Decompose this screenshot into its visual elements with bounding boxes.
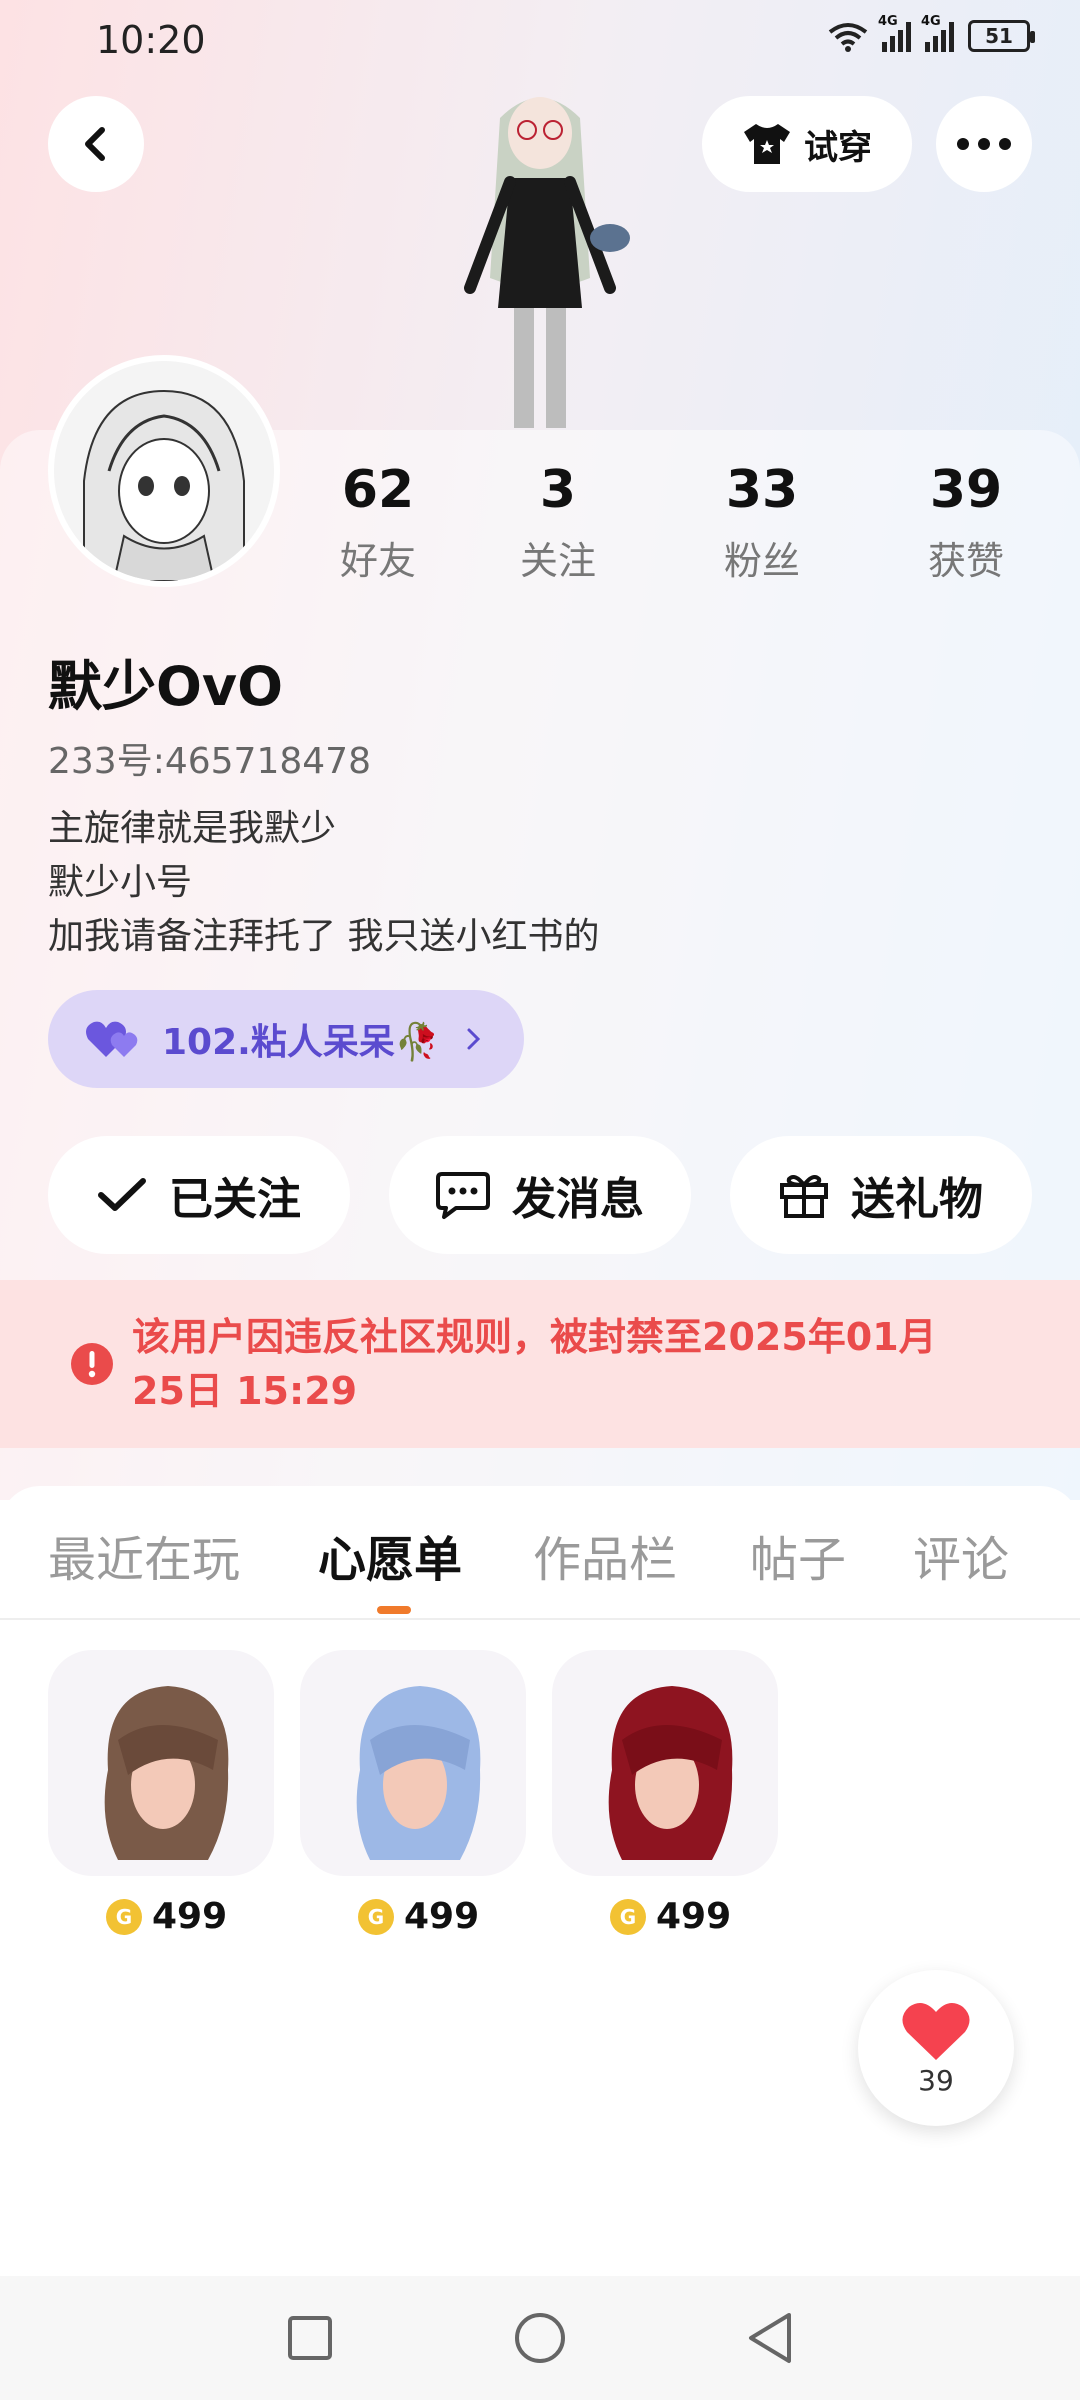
chevron-left-icon: [85, 127, 105, 161]
chat-bubble-icon: [436, 1172, 490, 1219]
stat-following[interactable]: 3 关注: [478, 460, 638, 585]
battery-icon: 51: [968, 20, 1035, 52]
wishlist-item[interactable]: [552, 1650, 778, 1876]
tab-wishlist[interactable]: 心愿单: [318, 1520, 462, 1590]
bio-line: 加我请备注拜托了 我只送小红书的: [48, 916, 600, 957]
system-navigation-bar: [0, 2276, 1080, 2400]
hair-item-image: [104, 1686, 229, 1860]
avatar-character-figure[interactable]: [430, 78, 650, 438]
alert-icon: [71, 1343, 113, 1385]
stat-value: 62: [341, 460, 415, 520]
like-count: 39: [918, 2063, 954, 2097]
stat-likes[interactable]: 39 获赞: [886, 460, 1046, 585]
send-message-button[interactable]: 发消息: [389, 1136, 691, 1254]
stat-value: 33: [725, 460, 799, 520]
home-button[interactable]: [508, 2306, 572, 2370]
back-button[interactable]: [48, 96, 144, 192]
check-icon: [98, 1178, 146, 1211]
send-message-label: 发消息: [512, 1174, 644, 1225]
try-on-button[interactable]: 试穿: [702, 96, 912, 192]
stat-value: 39: [929, 460, 1003, 520]
price-value: 499: [404, 1896, 480, 1937]
hair-item-image: [608, 1686, 733, 1860]
price-value: 499: [152, 1896, 228, 1937]
send-gift-button[interactable]: 送礼物: [730, 1136, 1032, 1254]
price-value: 499: [656, 1896, 732, 1937]
stat-label: 关注: [519, 539, 596, 583]
stat-value: 3: [539, 460, 577, 520]
gift-icon: [780, 1175, 828, 1218]
stat-friends[interactable]: 62 好友: [298, 460, 458, 585]
tab-divider: [0, 1618, 1080, 1620]
ban-notice-line: 25日 15:29: [132, 1369, 358, 1413]
stat-followers[interactable]: 33 粉丝: [682, 460, 842, 585]
coin-icon: G: [106, 1898, 142, 1935]
more-horizontal-icon: [957, 138, 1011, 150]
circle-icon: [515, 2313, 565, 2363]
wishlist-item[interactable]: [300, 1650, 526, 1876]
coin-icon: G: [610, 1898, 646, 1935]
tab-works[interactable]: 作品栏: [533, 1520, 677, 1590]
status-icons: 4G 4G 51: [828, 14, 1035, 52]
chevron-right-icon: [467, 1028, 480, 1050]
bio-line: 默少小号: [48, 862, 193, 903]
status-time: 10:20: [96, 18, 206, 62]
signal-icon-2: 4G: [921, 14, 954, 52]
username: 默少OvO: [48, 655, 284, 718]
relationship-chip[interactable]: 102.粘人呆呆🥀: [48, 990, 524, 1088]
heart-icon: [902, 2002, 970, 2060]
triangle-back-icon: [749, 2313, 791, 2363]
wifi-icon: [828, 23, 868, 52]
active-tab-indicator: [377, 1606, 411, 1614]
double-heart-icon: [86, 1021, 138, 1057]
content-panel: [0, 1486, 1080, 2286]
tab-recently-played[interactable]: 最近在玩: [48, 1520, 240, 1590]
send-gift-label: 送礼物: [851, 1174, 983, 1225]
user-id[interactable]: 233号:465718478: [48, 732, 371, 784]
tshirt-icon: [744, 124, 790, 164]
try-on-label: 试穿: [804, 127, 872, 168]
relationship-label: 102.粘人呆呆🥀: [162, 1022, 440, 1063]
signal-icon-1: 4G: [878, 14, 911, 52]
recent-apps-button[interactable]: [278, 2306, 342, 2370]
wishlist-price: G 499: [610, 1896, 731, 1937]
following-button[interactable]: 已关注: [48, 1136, 350, 1254]
following-label: 已关注: [169, 1174, 301, 1225]
ban-notice-text: 该用户因违反社区规则，被封禁至2025年01月 25日 15:29: [132, 1310, 937, 1418]
ban-notice-line: 该用户因违反社区规则，被封禁至2025年01月: [132, 1315, 937, 1359]
hair-item-image: [356, 1686, 481, 1860]
ban-notice-banner: 该用户因违反社区规则，被封禁至2025年01月 25日 15:29: [0, 1280, 1080, 1448]
square-icon: [288, 2316, 332, 2360]
coin-icon: G: [358, 1898, 394, 1935]
back-nav-button[interactable]: [738, 2306, 802, 2370]
bio: 主旋律就是我默少 默少小号 加我请备注拜托了 我只送小红书的: [48, 802, 599, 964]
stat-label: 获赞: [927, 539, 1004, 583]
wishlist-item[interactable]: [48, 1650, 274, 1876]
wishlist-price: G 499: [106, 1896, 227, 1937]
stat-label: 好友: [339, 539, 416, 583]
stat-label: 粉丝: [723, 539, 800, 583]
tab-comments[interactable]: 评论: [913, 1520, 1009, 1590]
tab-posts[interactable]: 帖子: [750, 1520, 846, 1590]
wishlist-price: G 499: [358, 1896, 479, 1937]
status-bar: 10:20 4G 4G 51: [0, 0, 1080, 80]
profile-stats: 62 好友 3 关注 33 粉丝 39 获赞: [0, 460, 1080, 600]
like-button[interactable]: 39: [858, 1970, 1014, 2126]
bio-line: 主旋律就是我默少: [48, 808, 337, 849]
more-options-button[interactable]: [936, 96, 1032, 192]
